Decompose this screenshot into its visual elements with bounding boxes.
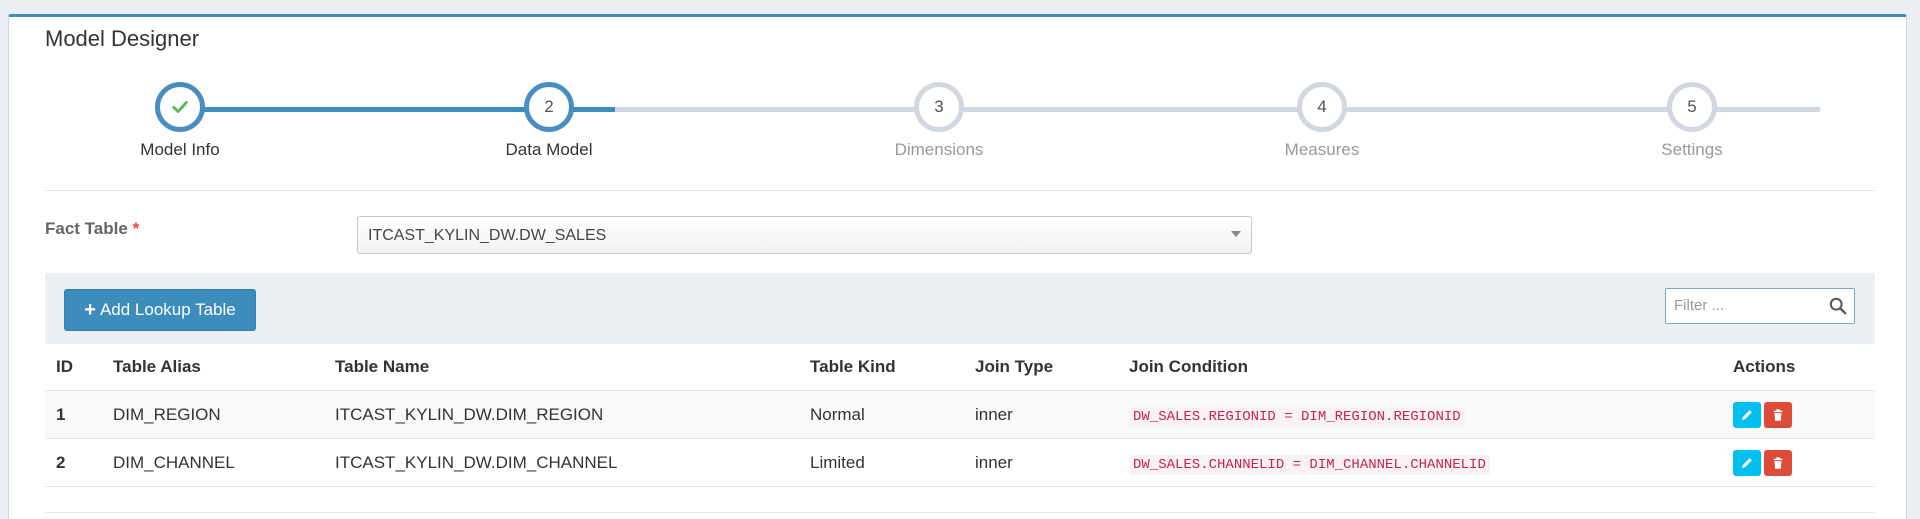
delete-button[interactable]	[1764, 401, 1792, 428]
step-label: Model Info	[140, 140, 220, 159]
edit-button[interactable]	[1733, 449, 1761, 476]
plus-icon: +	[84, 298, 96, 321]
wizard-step-dimensions[interactable]: 3 Dimensions	[839, 82, 1039, 160]
table-row: 2 DIM_CHANNEL ITCAST_KYLIN_DW.DIM_CHANNE…	[45, 438, 1875, 487]
fact-table-label: Fact Table *	[45, 219, 139, 239]
cell-table-name: ITCAST_KYLIN_DW.DIM_REGION	[335, 390, 810, 439]
search-icon[interactable]	[1829, 297, 1847, 315]
pencil-icon	[1741, 409, 1752, 420]
join-condition-code: DW_SALES.CHANNELID = DIM_CHANNEL.CHANNEL…	[1129, 454, 1490, 475]
pencil-icon	[1741, 457, 1752, 468]
wizard-step-model-info[interactable]: Model Info	[80, 82, 280, 160]
step-circle: 5	[1667, 82, 1717, 132]
header-table-alias[interactable]: Table Alias	[113, 344, 335, 391]
cell-id: 2	[45, 438, 113, 487]
cell-join-type: inner	[975, 390, 1129, 439]
cell-table-kind: Normal	[810, 390, 975, 439]
step-circle	[155, 82, 205, 132]
filter-input[interactable]	[1666, 289, 1832, 321]
cell-table-alias: DIM_REGION	[113, 390, 335, 439]
cell-actions	[1733, 438, 1875, 487]
header-join-condition[interactable]: Join Condition	[1129, 344, 1733, 391]
add-lookup-table-button[interactable]: + Add Lookup Table	[64, 289, 256, 331]
add-lookup-table-label: Add Lookup Table	[99, 300, 236, 319]
trash-icon	[1773, 456, 1783, 469]
divider	[45, 512, 1875, 513]
lookup-toolbar: + Add Lookup Table	[45, 273, 1875, 344]
step-label: Measures	[1284, 140, 1360, 159]
wizard-step-data-model[interactable]: 2 Data Model	[449, 82, 649, 160]
step-label: Dimensions	[894, 140, 984, 159]
trash-icon	[1773, 408, 1783, 421]
divider	[45, 190, 1875, 191]
fact-table-label-text: Fact Table	[45, 219, 128, 238]
page-title: Model Designer	[45, 26, 200, 51]
header-table-name[interactable]: Table Name	[335, 344, 810, 391]
step-label: Data Model	[505, 140, 593, 159]
step-circle: 3	[914, 82, 964, 132]
delete-button[interactable]	[1764, 449, 1792, 476]
lookup-table: ID Table Alias Table Name Table Kind Joi…	[45, 344, 1875, 487]
cell-join-condition: DW_SALES.CHANNELID = DIM_CHANNEL.CHANNEL…	[1129, 438, 1733, 487]
cell-table-alias: DIM_CHANNEL	[113, 438, 335, 487]
filter-field[interactable]	[1665, 288, 1855, 324]
wizard-step-settings[interactable]: 5 Settings	[1592, 82, 1792, 160]
cell-id: 1	[45, 390, 113, 439]
header-join-type[interactable]: Join Type	[975, 344, 1129, 391]
fact-table-select[interactable]: ITCAST_KYLIN_DW.DW_SALES	[357, 216, 1252, 254]
join-condition-code: DW_SALES.REGIONID = DIM_REGION.REGIONID	[1129, 406, 1465, 427]
cell-actions	[1733, 390, 1875, 439]
edit-button[interactable]	[1733, 401, 1761, 428]
wizard-step-measures[interactable]: 4 Measures	[1222, 82, 1422, 160]
table-header-row: ID Table Alias Table Name Table Kind Joi…	[45, 344, 1875, 391]
step-label: Settings	[1661, 140, 1723, 159]
fact-table-value: ITCAST_KYLIN_DW.DW_SALES	[368, 227, 607, 244]
header-id[interactable]: ID	[45, 344, 113, 391]
required-mark: *	[132, 219, 140, 238]
step-circle: 2	[524, 82, 574, 132]
cell-join-type: inner	[975, 438, 1129, 487]
header-actions: Actions	[1733, 344, 1875, 391]
table-row: 1 DIM_REGION ITCAST_KYLIN_DW.DIM_REGION …	[45, 390, 1875, 439]
cell-join-condition: DW_SALES.REGIONID = DIM_REGION.REGIONID	[1129, 390, 1733, 439]
check-icon	[172, 101, 188, 113]
cell-table-name: ITCAST_KYLIN_DW.DIM_CHANNEL	[335, 438, 810, 487]
chevron-down-icon	[1231, 231, 1241, 237]
header-table-kind[interactable]: Table Kind	[810, 344, 975, 391]
wizard-steps: Model Info 2 Data Model 3 Dimensions 4 M…	[45, 82, 1875, 192]
cell-table-kind: Limited	[810, 438, 975, 487]
step-circle: 4	[1297, 82, 1347, 132]
